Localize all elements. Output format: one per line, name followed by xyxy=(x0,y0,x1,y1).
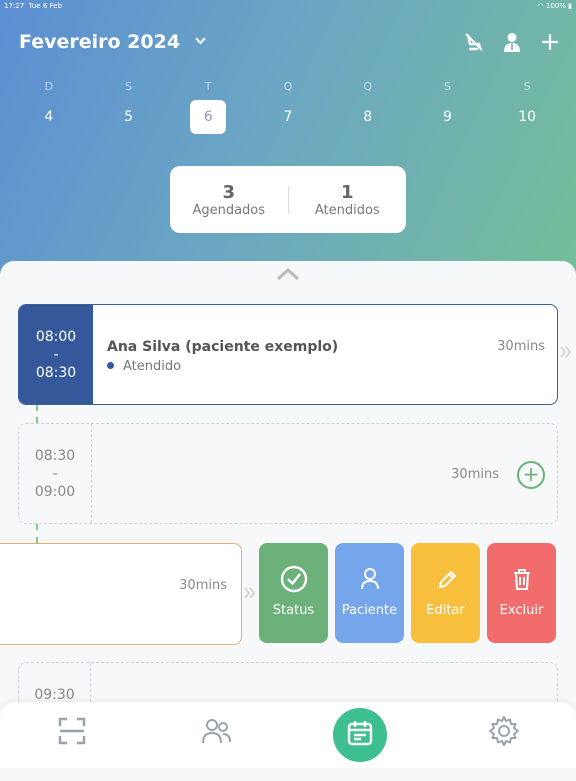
gear-icon xyxy=(488,715,520,751)
calendar-icon xyxy=(346,719,374,751)
status-button[interactable]: Status xyxy=(259,543,328,643)
delete-button-label: Excluir xyxy=(499,603,544,618)
timeline-connector xyxy=(36,524,38,543)
add-appointment-icon[interactable]: + xyxy=(517,461,545,489)
patient-name: Ana Silva (paciente exemplo) xyxy=(107,339,339,355)
day-saturday[interactable]: S 10 xyxy=(487,80,567,134)
start-time: 08:00 xyxy=(35,328,77,345)
duration: 30mins xyxy=(451,467,499,482)
battery-level: 100% xyxy=(545,2,566,10)
timeline-connector xyxy=(36,405,38,423)
start-time: 09:30 xyxy=(34,687,75,703)
day-tuesday-selected[interactable]: T6 xyxy=(168,80,248,134)
day-sunday[interactable]: D4 xyxy=(9,80,89,134)
duration: 30mins xyxy=(497,339,545,354)
scan-icon xyxy=(57,716,87,750)
scheduled-summary: 3 Agendados xyxy=(170,182,288,218)
day-wednesday[interactable]: Q7 xyxy=(248,80,328,134)
time-separator: - xyxy=(52,465,58,482)
day-thursday[interactable]: Q8 xyxy=(328,80,408,134)
end-time: 09:00 xyxy=(34,483,76,500)
double-chevron-right-icon xyxy=(243,585,257,604)
person-icon xyxy=(335,565,404,595)
month-title: Fevereiro 2024 xyxy=(19,31,181,53)
edit-button[interactable]: Editar xyxy=(411,543,480,643)
doctor-icon[interactable] xyxy=(502,32,522,52)
month-selector[interactable]: Fevereiro 2024 xyxy=(19,31,206,53)
duration: 30mins xyxy=(179,578,227,593)
delete-button[interactable]: Excluir xyxy=(487,543,556,643)
header-actions xyxy=(464,32,560,52)
trash-icon xyxy=(487,565,556,595)
day-friday[interactable]: S9 xyxy=(408,80,488,134)
settings-tab[interactable] xyxy=(487,716,521,750)
attended-count: 1 xyxy=(340,181,354,203)
appointment-status: Atendido xyxy=(107,359,181,374)
status-time: 17:27 Tue 6 Feb xyxy=(4,2,62,10)
time-separator: - xyxy=(53,346,59,363)
check-circle-icon xyxy=(259,565,328,595)
attended-label: Atendidos xyxy=(314,202,380,218)
week-strip: D4 S5 T6 Q7 Q8 S9 S 10 xyxy=(9,80,567,134)
status-bar: 17:27 Tue 6 Feb ◠ 100% ▮ xyxy=(0,0,576,14)
people-icon xyxy=(200,716,232,750)
scan-tab[interactable] xyxy=(55,716,89,750)
time-block: 08:30 - 09:00 xyxy=(19,424,92,523)
start-time: 08:30 xyxy=(34,447,76,464)
no-dental-chair-icon[interactable] xyxy=(464,32,484,52)
pencil-icon xyxy=(411,565,480,595)
status-right: ◠ 100% ▮ xyxy=(537,2,572,10)
scheduled-count: 3 xyxy=(222,181,236,203)
day-monday[interactable]: S5 xyxy=(89,80,169,134)
edit-button-label: Editar xyxy=(426,603,465,618)
patients-tab[interactable] xyxy=(199,716,233,750)
status-dot-icon xyxy=(107,362,114,369)
scheduled-label: Agendados xyxy=(192,202,266,218)
patient-button[interactable]: Paciente xyxy=(335,543,404,643)
attended-summary: 1 Atendidos xyxy=(289,182,407,218)
appointment-card[interactable]: 08:00 - 08:30 Ana Silva (paciente exempl… xyxy=(18,304,558,405)
chevron-down-icon xyxy=(194,34,206,48)
summary-card: 3 Agendados 1 Atendidos xyxy=(170,166,406,233)
empty-slot-card[interactable]: 08:30 - 09:00 30mins + xyxy=(18,423,558,524)
patient-button-label: Paciente xyxy=(341,603,398,618)
time-block: 08:00 - 08:30 xyxy=(19,305,93,404)
double-chevron-right-icon xyxy=(559,344,573,363)
chevron-up-icon[interactable] xyxy=(276,266,300,281)
bottom-tab-bar xyxy=(0,702,576,768)
add-icon[interactable] xyxy=(540,32,560,52)
end-time: 08:30 xyxy=(35,364,77,381)
calendar-tab[interactable] xyxy=(333,708,387,762)
status-button-label: Status xyxy=(272,603,315,618)
swiped-appointment-card[interactable]: 30mins xyxy=(0,543,242,645)
